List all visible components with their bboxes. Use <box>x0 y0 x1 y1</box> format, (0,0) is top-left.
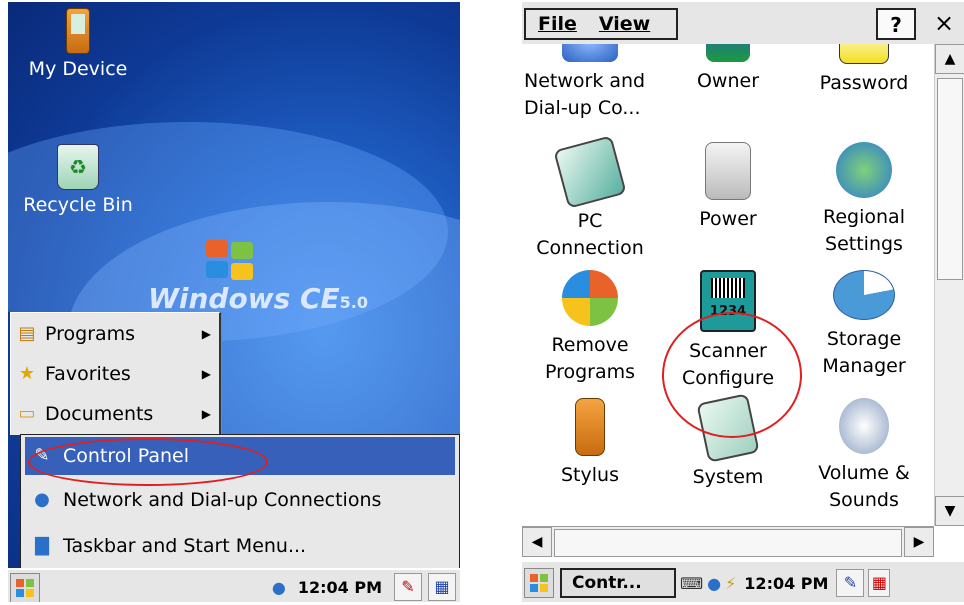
menu-view[interactable]: View <box>599 13 650 35</box>
vertical-scrollbar[interactable]: ▲ ▼ <box>934 44 964 526</box>
desktop-icon-recycle-bin[interactable]: ♻ Recycle Bin <box>8 144 148 216</box>
pda-icon <box>66 8 90 54</box>
cp-item-label: Power <box>699 208 757 230</box>
cp-item-regional-settings[interactable]: Regional Settings <box>796 142 932 258</box>
cp-item-storage-manager[interactable]: Storage Manager <box>796 270 932 380</box>
scroll-down-arrow-icon[interactable]: ▼ <box>935 496 964 526</box>
menu-item-label: Documents <box>45 403 154 425</box>
system-tray: ⌨ ● ⚡ 12:04 PM ✎ ▦ <box>680 568 891 598</box>
cp-item-label: PC Connection <box>536 210 644 259</box>
taskbar: Contr... ⌨ ● ⚡ 12:04 PM ✎ ▦ <box>522 560 964 602</box>
menu-file[interactable]: File <box>538 13 577 35</box>
scroll-up-arrow-icon[interactable]: ▲ <box>935 44 964 74</box>
submenu-arrow-icon: ▶ <box>201 367 211 381</box>
submenu-item-network-dialup[interactable]: ● Network and Dial-up Connections <box>25 481 455 519</box>
taskbar: ● 12:04 PM ✎ ▦ <box>8 568 460 602</box>
speaker-icon <box>839 398 889 454</box>
pc-connection-icon <box>553 135 627 209</box>
cp-item-label: Network and Dial-up Co... <box>524 70 646 119</box>
power-plug-icon <box>705 142 751 200</box>
network-status-icon[interactable]: ● <box>272 578 286 597</box>
documents-folder-icon: ▭ <box>18 403 36 424</box>
desktop-icon-my-device[interactable]: My Device <box>8 8 148 80</box>
highlight-ellipse <box>28 438 268 486</box>
menu-group: File View <box>524 8 678 40</box>
control-panel-window: File View ? × Network and Dial-up Co... … <box>522 2 964 602</box>
cp-item-label: Storage Manager <box>822 328 906 377</box>
cp-item-pc-connection[interactable]: PC Connection <box>522 135 658 262</box>
scroll-left-arrow-icon[interactable]: ◀ <box>522 527 552 557</box>
horizontal-scrollbar[interactable]: ◀ ▶ <box>522 526 934 557</box>
start-menu: ▤ Programs ▶ ★ Favorites ▶ ▭ Documents ▶ <box>10 312 221 435</box>
cp-item-power[interactable]: Power <box>660 142 796 233</box>
desktop-icon-label: Recycle Bin <box>23 194 133 216</box>
help-button[interactable]: ? <box>876 8 916 40</box>
cp-item-volume-sounds[interactable]: Volume & Sounds <box>796 398 932 514</box>
taskbar-task-control-panel[interactable]: Contr... <box>560 568 676 598</box>
cp-item-label: System <box>692 466 764 488</box>
submenu-arrow-icon: ▶ <box>201 327 211 341</box>
menu-item-label: Favorites <box>45 363 131 385</box>
keyboard-icon[interactable]: ⌨ <box>680 574 703 593</box>
start-button[interactable] <box>10 573 40 602</box>
cp-item-label: Password <box>819 72 909 94</box>
power-plug-icon[interactable]: ⚡ <box>725 574 736 593</box>
desktop-switch-icon[interactable]: ▦ <box>428 573 456 601</box>
ce-desktop-screen: My Device ♻ Recycle Bin Windows CE5.0 ▤ … <box>8 2 460 602</box>
scrollbar-thumb[interactable] <box>554 529 902 557</box>
highlight-ellipse <box>662 312 802 438</box>
clock[interactable]: 12:04 PM <box>744 574 828 593</box>
network-status-icon[interactable]: ● <box>707 574 721 593</box>
cp-item-label: Remove Programs <box>544 334 636 383</box>
cp-item-password[interactable]: Password <box>796 44 932 97</box>
star-icon: ★ <box>18 363 36 384</box>
system-tray: ● 12:04 PM ✎ ▦ <box>272 573 456 601</box>
cp-item-remove-programs[interactable]: Remove Programs <box>522 270 658 386</box>
scrollbar-thumb[interactable] <box>937 78 963 280</box>
network-icon <box>562 44 618 62</box>
scroll-right-arrow-icon[interactable]: ▶ <box>904 527 934 557</box>
network-globe-icon: ● <box>34 489 50 510</box>
cp-item-stylus[interactable]: Stylus <box>522 398 658 489</box>
desktop-icon-label: My Device <box>28 58 128 80</box>
windows-ce-logo-text: Windows CE5.0 <box>148 282 369 315</box>
menu-bar: File View ? × <box>522 2 964 44</box>
submenu-item-label: Network and Dial-up Connections <box>63 489 382 511</box>
start-button[interactable] <box>524 568 554 598</box>
taskbar-icon: ▇ <box>35 535 49 556</box>
pda-stylus-icon <box>575 398 605 456</box>
desktop-switch-icon[interactable]: ▦ <box>868 569 891 597</box>
cp-item-label: Owner <box>696 70 760 92</box>
submenu-item-taskbar-start-menu[interactable]: ▇ Taskbar and Start Menu... <box>25 527 455 565</box>
windows-flag-logo <box>206 240 256 280</box>
submenu-item-label: Taskbar and Start Menu... <box>63 535 307 557</box>
password-icon <box>839 44 889 64</box>
pie-disk-icon <box>833 270 895 320</box>
programs-folder-icon: ▤ <box>18 323 36 344</box>
recycle-bin-icon: ♻ <box>57 144 99 190</box>
cp-item-label: Volume & Sounds <box>818 462 910 511</box>
start-menu-item-documents[interactable]: ▭ Documents ▶ <box>15 395 215 433</box>
windows-flag-icon <box>562 270 618 326</box>
close-button[interactable]: × <box>926 8 962 40</box>
cp-item-label: Stylus <box>561 464 619 486</box>
cp-item-label: Regional Settings <box>823 206 905 255</box>
start-menu-item-favorites[interactable]: ★ Favorites ▶ <box>15 355 215 393</box>
start-menu-item-programs[interactable]: ▤ Programs ▶ <box>15 315 215 353</box>
cp-item-network[interactable]: Network and Dial-up Co... <box>522 44 658 122</box>
cp-item-owner[interactable]: Owner <box>660 44 796 95</box>
menu-item-label: Programs <box>45 323 136 345</box>
input-panel-icon[interactable]: ✎ <box>394 573 422 601</box>
input-panel-icon[interactable]: ✎ <box>836 569 865 597</box>
owner-icon <box>706 44 750 62</box>
globe-calendar-icon <box>836 142 892 198</box>
submenu-arrow-icon: ▶ <box>201 407 211 421</box>
clock[interactable]: 12:04 PM <box>298 578 382 597</box>
control-panel-items: Network and Dial-up Co... Owner Password… <box>522 44 934 526</box>
